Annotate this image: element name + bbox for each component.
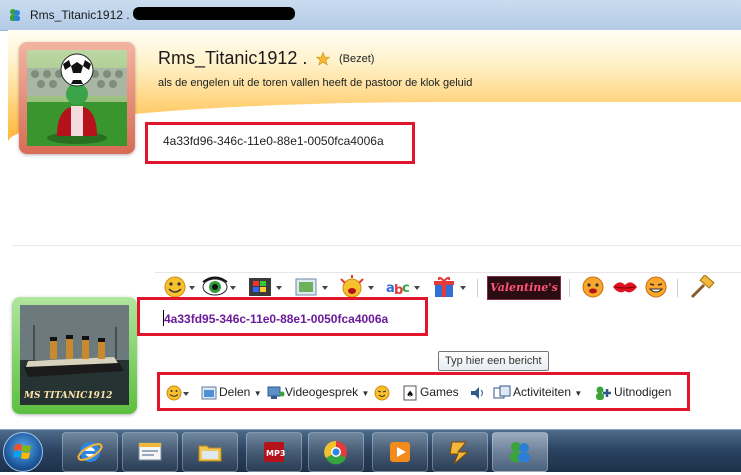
- chevron-down-icon: ▼: [361, 389, 370, 398]
- internet-explorer-icon: [77, 442, 103, 462]
- my-display-picture[interactable]: MS TITANIC1912: [12, 297, 137, 414]
- smiley-icon[interactable]: [580, 275, 606, 299]
- taskbar-media-player[interactable]: [372, 432, 428, 472]
- video-clip-icon[interactable]: [247, 275, 283, 299]
- nudge-icon[interactable]: [339, 275, 375, 299]
- taskbar-internet-explorer[interactable]: [62, 432, 118, 472]
- favorite-star-icon[interactable]: [316, 52, 330, 66]
- input-tooltip: Typ hier een bericht: [438, 351, 549, 371]
- my-picture-caption: MS TITANIC1912: [24, 391, 113, 401]
- delen-button[interactable]: Delen ▼: [219, 383, 262, 401]
- chevron-down-icon: ▼: [253, 389, 262, 398]
- window-title: Rms_Titanic1912 .: [30, 8, 130, 22]
- wink-icon[interactable]: [201, 275, 237, 299]
- toolbar-separator: [677, 279, 678, 297]
- taskbar-file-explorer[interactable]: [182, 432, 238, 472]
- delen-label: Delen: [219, 385, 251, 399]
- emoticon-menu-icon[interactable]: [166, 385, 190, 401]
- svg-text:♠: ♠: [406, 390, 414, 400]
- voice-clip-icon[interactable]: [469, 385, 485, 401]
- start-button[interactable]: [3, 432, 43, 472]
- gift-icon[interactable]: [431, 275, 467, 299]
- windows-taskbar: MP3: [0, 429, 741, 472]
- videogesprek-label: Videogesprek: [285, 385, 359, 399]
- media-center-icon: MP3: [264, 442, 285, 462]
- window-titlebar[interactable]: Rms_Titanic1912 .: [0, 0, 741, 31]
- valentine-icon[interactable]: Valentine's: [487, 276, 561, 300]
- games-icon: ♠: [403, 385, 417, 401]
- svg-text:MP3: MP3: [266, 449, 285, 458]
- activiteiten-label: Activiteiten: [513, 385, 572, 399]
- kiss-icon[interactable]: [611, 275, 639, 299]
- games-button[interactable]: Games: [420, 383, 459, 401]
- contact-personal-message: als de engelen uit de toren vallen heeft…: [158, 77, 473, 89]
- video-call-icon: [267, 386, 285, 399]
- hammer-icon[interactable]: [688, 275, 716, 299]
- redacted-title-text: [133, 7, 295, 20]
- messenger-app-icon: [10, 9, 20, 21]
- mail-window-icon: [138, 442, 162, 461]
- background-icon[interactable]: [293, 275, 329, 299]
- action-bar: Delen ▼ Videogesprek ▼ ♠ Games Activitei…: [160, 377, 683, 405]
- invite-icon: [596, 386, 611, 400]
- handwriting-icon[interactable]: a b c: [385, 275, 421, 299]
- conversation-divider: [12, 245, 741, 246]
- chrome-icon: [324, 440, 347, 465]
- contact-status: (Bezet): [339, 53, 375, 65]
- toolbar-separator: [569, 279, 570, 297]
- media-player-icon: [390, 442, 410, 462]
- taskbar-media-center[interactable]: MP3: [246, 432, 302, 472]
- contact-display-picture[interactable]: [19, 42, 135, 154]
- message-input-text[interactable]: 4a33fd95-346c-11e0-88e1-0050fca4006a: [164, 312, 388, 326]
- winamp-icon: [449, 441, 470, 465]
- contact-name: Rms_Titanic1912 .: [158, 48, 308, 68]
- taskbar-winamp[interactable]: [432, 432, 488, 472]
- windows-logo-icon: [13, 444, 31, 459]
- svg-text:c: c: [402, 281, 410, 296]
- toolbar-separator: [477, 279, 478, 297]
- uitnodigen-button[interactable]: Uitnodigen: [614, 383, 671, 401]
- taskbar-chrome[interactable]: [308, 432, 364, 472]
- my-picture-image: MS TITANIC1912: [20, 305, 129, 405]
- chevron-down-icon: ▼: [574, 389, 583, 398]
- nudge-button-icon[interactable]: [374, 385, 390, 401]
- laugh-icon[interactable]: [643, 275, 669, 299]
- activiteiten-button[interactable]: Activiteiten ▼: [513, 383, 582, 401]
- emoticon-icon[interactable]: [163, 275, 197, 299]
- conversation-message: 4a33fd96-346c-11e0-88e1-0050fca4006a: [163, 134, 384, 148]
- share-icon: [201, 386, 217, 400]
- contact-picture-image: [27, 50, 127, 146]
- taskbar-messenger[interactable]: [492, 432, 548, 472]
- videogesprek-button[interactable]: Videogesprek ▼: [285, 383, 369, 401]
- taskbar-messenger-mail[interactable]: [122, 432, 178, 472]
- activities-icon: [493, 385, 511, 399]
- folder-icon: [198, 445, 222, 462]
- messenger-icon: [510, 442, 530, 462]
